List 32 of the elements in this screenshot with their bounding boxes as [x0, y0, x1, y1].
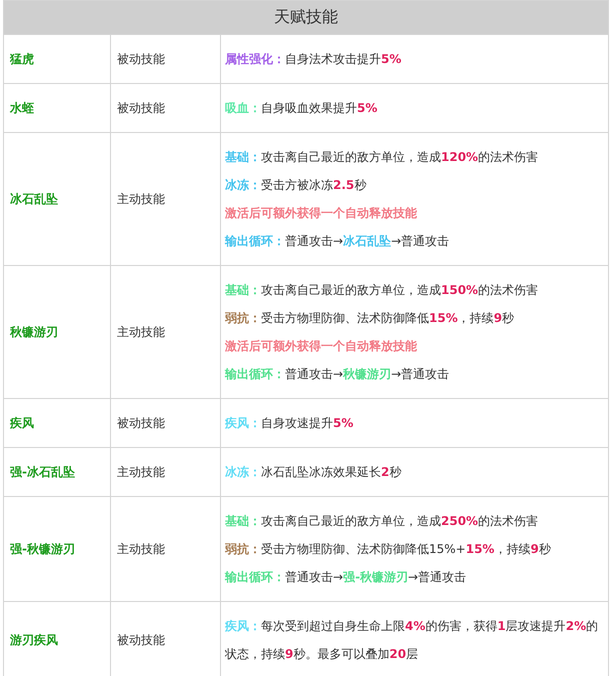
description-line: 激活后可额外获得一个自动释放技能 [225, 205, 418, 222]
description-line: 冰冻：冰石乱坠冰冻效果延长2秒 [225, 464, 402, 481]
skill-name-cell: 水蛭 [4, 84, 110, 132]
table-title: 天赋技能 [4, 0, 608, 34]
description-line: 基础：攻击离自己最近的敌方单位，造成120%的法术伤害 [225, 149, 540, 166]
skill-name-cell: 强-冰石乱坠 [4, 448, 110, 496]
description-line: 激活后可额外获得一个自动释放技能 [225, 338, 418, 355]
description-line: 弱抗：受击方物理防御、法术防御降低15%，持续9秒 [225, 310, 516, 327]
description-line: 冰冻：受击方被冰冻2.5秒 [225, 177, 368, 194]
skill-type-cell: 主动技能 [110, 496, 220, 602]
skill-type-cell: 被动技能 [110, 84, 220, 132]
skill-name-cell: 猛虎 [4, 34, 110, 84]
description-line: 疾风：每次受到超过自身生命上限4%的伤害，获得1层攻速提升2%的状态，持续9秒。最多可以叠加20层 [225, 618, 600, 663]
skill-type-cell: 主动技能 [110, 132, 220, 266]
skill-type-cell: 被动技能 [110, 398, 220, 448]
description-line: 输出循环：普通攻击→强-秋镰游刃→普通攻击 [225, 569, 468, 586]
skill-name-cell: 秋镰游刃 [4, 266, 110, 398]
description-line: 弱抗：受击方物理防御、法术防御降低15%+15%，持续9秒 [225, 541, 552, 558]
description-line: 疾风：自身攻速提升5% [225, 415, 354, 432]
skill-type-cell: 被动技能 [110, 34, 220, 84]
description-line: 基础：攻击离自己最近的敌方单位，造成150%的法术伤害 [225, 282, 540, 299]
description-line: 基础：攻击离自己最近的敌方单位，造成250%的法术伤害 [225, 513, 540, 530]
skill-name-cell: 游刃疾风 [4, 602, 110, 676]
description-line: 吸血：自身吸血效果提升5% [225, 100, 378, 117]
skill-name-cell: 强-秋镰游刃 [4, 496, 110, 602]
skill-type-cell: 主动技能 [110, 448, 220, 496]
skill-name-cell: 疾风 [4, 398, 110, 448]
description-line: 输出循环：普通攻击→秋镰游刃→普通攻击 [225, 366, 450, 383]
description-line: 输出循环：普通攻击→冰石乱坠→普通攻击 [225, 233, 450, 250]
description-line: 属性强化：自身法术攻击提升5% [225, 51, 402, 68]
skill-type-cell: 主动技能 [110, 266, 220, 398]
skill-name-cell: 冰石乱坠 [4, 132, 110, 266]
